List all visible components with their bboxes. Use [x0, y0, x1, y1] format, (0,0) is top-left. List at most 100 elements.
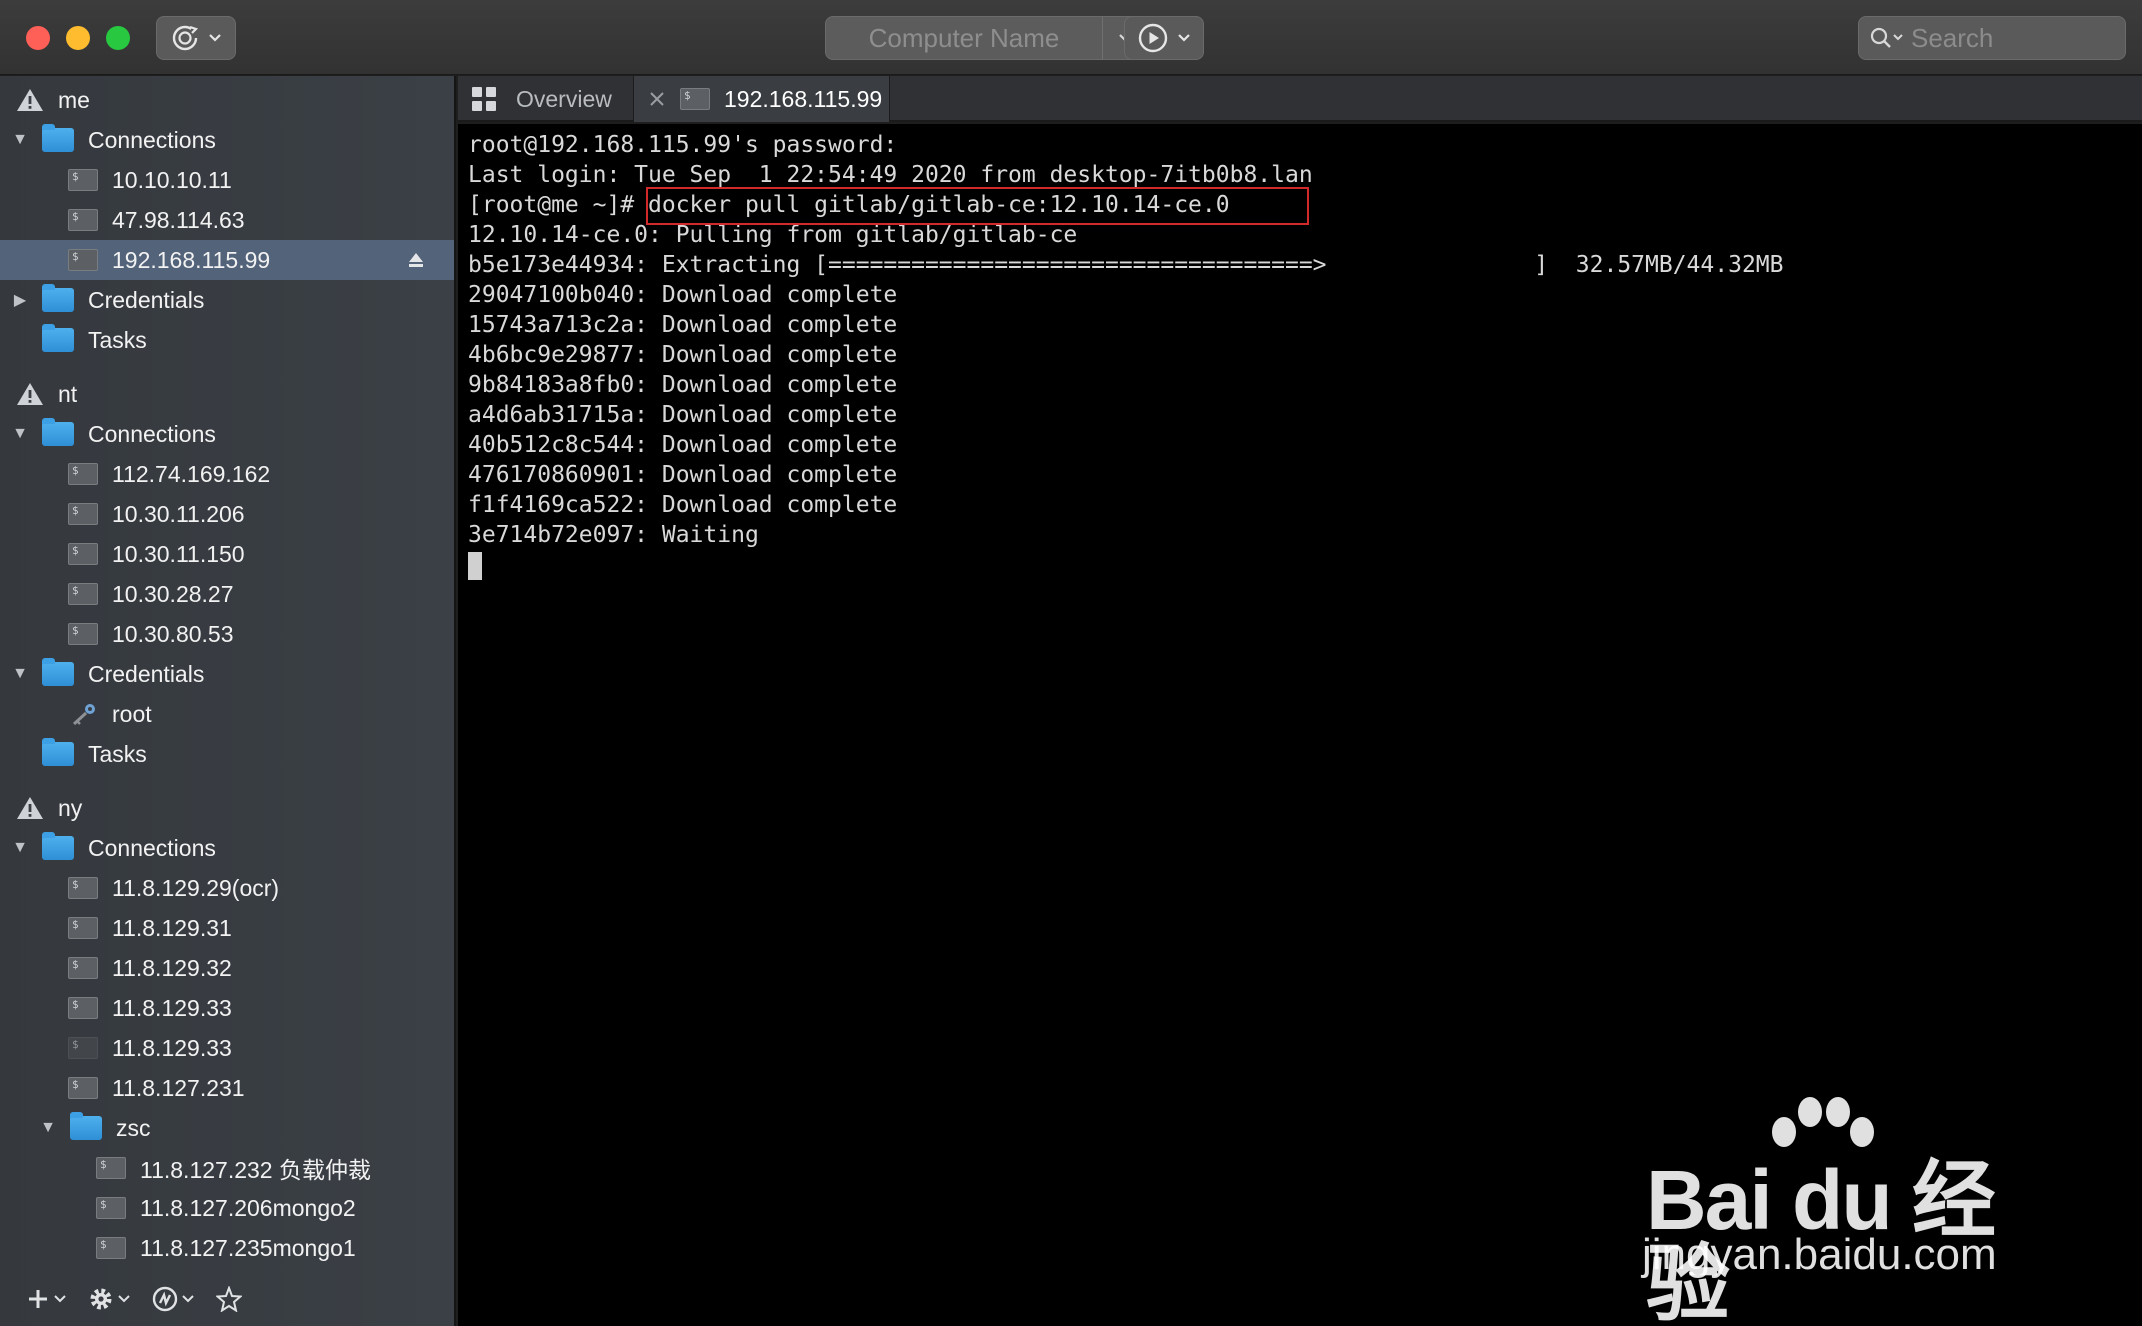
settings-menu-button[interactable] — [88, 1286, 130, 1312]
run-menu-button[interactable] — [1124, 16, 1204, 60]
tab-overview[interactable]: Overview — [458, 76, 634, 122]
baidu-jingyan-watermark: Bai du 经验 jingyan.baidu.com — [1638, 1096, 2038, 1326]
folder-icon — [42, 124, 74, 152]
terminal-icon — [68, 623, 98, 645]
connection-item[interactable]: 10.30.28.27 — [0, 574, 454, 614]
folder-connections[interactable]: ▼ Connections — [0, 120, 454, 160]
connection-item[interactable]: 11.8.127.206mongo2 — [0, 1188, 454, 1228]
terminal-line: 9b84183a8fb0: Download complete — [468, 372, 898, 398]
terminal-line: 4b6bc9e29877: Download complete — [468, 342, 898, 368]
disclosure-expanded-icon[interactable]: ▼ — [38, 1118, 58, 1138]
close-window-button[interactable] — [26, 26, 50, 50]
connection-label: 10.30.11.206 — [112, 500, 245, 527]
folder-zsc[interactable]: ▼ zsc — [0, 1108, 454, 1148]
connection-label: 11.8.129.33 — [112, 1034, 232, 1061]
chevron-down-icon — [209, 34, 221, 42]
group-name: me — [58, 86, 90, 113]
terminal-icon — [96, 1197, 126, 1219]
chevron-down-icon — [182, 1295, 194, 1303]
connection-label: 11.8.127.232 负载仲裁 — [140, 1157, 371, 1183]
terminal-line: b5e173e44934: Extracting [==============… — [468, 252, 1784, 278]
group-header-ny[interactable]: ny — [0, 788, 454, 828]
maximize-window-button[interactable] — [106, 26, 130, 50]
close-tab-icon[interactable] — [648, 90, 666, 108]
disclosure-expanded-icon[interactable]: ▼ — [10, 664, 30, 684]
terminal-cursor — [468, 551, 482, 580]
watermark-url: jingyan.baidu.com — [1642, 1230, 1997, 1279]
favorites-button[interactable] — [216, 1286, 242, 1312]
group-header-me[interactable]: me — [0, 80, 454, 120]
connection-item-selected[interactable]: 192.168.115.99 — [0, 240, 454, 280]
eject-icon[interactable] — [406, 250, 426, 270]
connection-item[interactable]: 11.8.127.232 负载仲裁 — [0, 1148, 454, 1188]
terminal-icon — [680, 88, 710, 110]
terminal-line: 29047100b040: Download complete — [468, 282, 898, 308]
credential-item[interactable]: root — [0, 694, 454, 734]
search-box[interactable] — [1858, 16, 2126, 60]
folder-icon — [42, 284, 74, 312]
key-icon — [72, 704, 95, 726]
connection-item[interactable]: 11.8.129.32 — [0, 948, 454, 988]
connection-item[interactable]: 11.8.129.31 — [0, 908, 454, 948]
connection-item-disconnected[interactable]: 11.8.129.33 — [0, 1028, 454, 1068]
chevron-down-icon — [118, 1295, 130, 1303]
connection-label: 11.8.129.33 — [112, 994, 232, 1021]
folder-label: Connections — [88, 834, 216, 861]
tab-session-192-168-115-99[interactable]: 192.168.115.99 — [634, 76, 890, 122]
connection-item[interactable]: 11.8.129.29(ocr) — [0, 868, 454, 908]
terminal-output[interactable]: root@192.168.115.99's password: Last log… — [458, 124, 2142, 1326]
connection-label: 11.8.127.235mongo1 — [140, 1234, 356, 1261]
connection-label: 11.8.127.231 — [112, 1074, 245, 1101]
terminal-icon — [96, 1157, 126, 1179]
terminal-line: 476170860901: Download complete — [468, 462, 898, 488]
terminal-line: 3e714b72e097: Waiting — [468, 522, 759, 548]
folder-icon — [42, 738, 74, 766]
group-name: ny — [58, 794, 83, 821]
connection-item[interactable]: 112.74.169.162 — [0, 454, 454, 494]
folder-tasks[interactable]: Tasks — [0, 734, 454, 774]
connection-item[interactable]: 11.8.127.231 — [0, 1068, 454, 1108]
disclosure-expanded-icon[interactable]: ▼ — [10, 838, 30, 858]
disclosure-collapsed-icon[interactable]: ▶ — [10, 290, 30, 310]
group-name: nt — [58, 380, 78, 407]
disclosure-expanded-icon[interactable]: ▼ — [10, 130, 30, 150]
group-header-nt[interactable]: nt — [0, 374, 454, 414]
tab-label: Overview — [516, 85, 612, 112]
terminal-icon — [68, 917, 98, 939]
terminal-line: 40b512c8c544: Download complete — [468, 432, 898, 458]
terminal-icon — [68, 249, 98, 271]
connection-item[interactable]: 11.8.127.235mongo1 — [0, 1228, 454, 1268]
connection-item[interactable]: 10.10.10.11 — [0, 160, 454, 200]
folder-label: Connections — [88, 420, 216, 447]
search-input[interactable] — [1911, 22, 2101, 54]
add-menu-button[interactable] — [26, 1287, 66, 1311]
disclosure-expanded-icon[interactable]: ▼ — [10, 424, 30, 444]
folder-credentials[interactable]: ▶ Credentials — [0, 280, 454, 320]
network-menu-button[interactable] — [152, 1286, 194, 1312]
connection-item[interactable]: 47.98.114.63 — [0, 200, 454, 240]
connection-item[interactable]: 10.30.80.53 — [0, 614, 454, 654]
connection-label: 10.10.10.11 — [112, 166, 232, 193]
terminal-icon — [68, 1077, 98, 1099]
terminal-icon — [68, 543, 98, 565]
folder-credentials[interactable]: ▼ Credentials — [0, 654, 454, 694]
connection-label: 11.8.129.31 — [112, 914, 232, 941]
terminal-disabled-icon — [68, 1037, 98, 1059]
connection-label: 47.98.114.63 — [112, 206, 245, 233]
folder-icon — [42, 324, 74, 352]
sync-menu-button[interactable] — [156, 16, 236, 60]
computer-name-field[interactable]: Computer Name — [825, 16, 1147, 60]
terminal-line: a4d6ab31715a: Download complete — [468, 402, 898, 428]
warning-icon — [17, 383, 43, 405]
folder-icon — [42, 832, 74, 860]
connection-label: 10.30.28.27 — [112, 580, 234, 607]
terminal-icon — [68, 957, 98, 979]
folder-label: Credentials — [88, 286, 205, 313]
connection-item[interactable]: 10.30.11.150 — [0, 534, 454, 574]
folder-connections[interactable]: ▼ Connections — [0, 828, 454, 868]
minimize-window-button[interactable] — [66, 26, 90, 50]
folder-tasks[interactable]: Tasks — [0, 320, 454, 360]
folder-connections[interactable]: ▼ Connections — [0, 414, 454, 454]
connection-item[interactable]: 11.8.129.33 — [0, 988, 454, 1028]
connection-item[interactable]: 10.30.11.206 — [0, 494, 454, 534]
